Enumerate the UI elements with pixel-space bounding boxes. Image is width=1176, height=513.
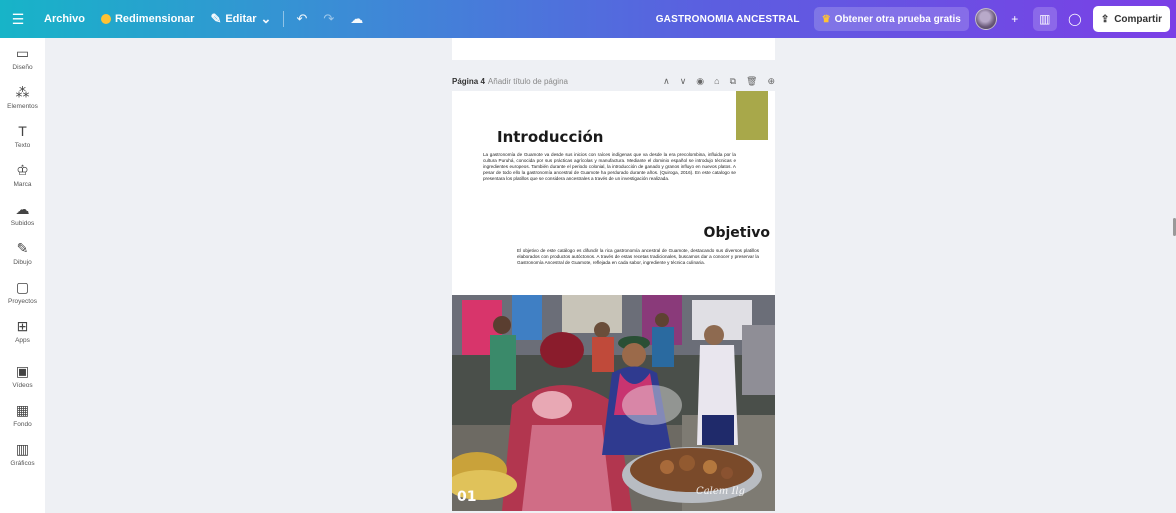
avatar[interactable] — [974, 8, 997, 30]
sidebar-item-label: Elementos — [7, 102, 38, 110]
sidebar-item-label: Fondo — [13, 420, 32, 428]
resize-button[interactable]: Redimensionar — [93, 0, 202, 38]
insights-button[interactable]: ▥ — [1032, 7, 1057, 31]
free-trial-button[interactable]: ♛ Obtener otra prueba gratis — [813, 7, 969, 31]
charts-icon: ▥ — [15, 440, 30, 457]
design-icon: ▭ — [15, 44, 30, 61]
eye-icon[interactable]: ◉ — [696, 76, 704, 87]
photo-signature: Calem Ilg — [696, 486, 745, 497]
objective-paragraph[interactable]: El objetivo de este catálogo es difundir… — [517, 248, 759, 266]
sidebar-item-label: Marca — [13, 180, 32, 188]
background-icon: ▦ — [15, 401, 30, 418]
sidebar-item-design[interactable]: ▭ Diseño — [0, 38, 45, 77]
trash-icon[interactable]: 🗑 — [746, 76, 757, 87]
market-photo-illustration — [452, 295, 775, 511]
elements-icon: ⁂ — [15, 83, 30, 100]
chevron-down-icon: ⌄ — [260, 11, 272, 26]
duplicate-icon[interactable]: ⧉ — [730, 76, 736, 87]
cloud-icon: ☁ — [350, 11, 364, 26]
sidebar-item-elements[interactable]: ⁂ Elementos — [0, 77, 45, 116]
resize-label: Redimensionar — [114, 13, 195, 25]
page-4[interactable]: Introducción La gastronomía de Guamote v… — [452, 91, 775, 511]
intro-paragraph[interactable]: La gastronomía de Guamote va desde sus i… — [483, 152, 736, 182]
left-sidebar: ▭ Diseño ⁂ Elementos T Texto ♔ Marca ☁ S… — [0, 38, 45, 513]
redo-button[interactable]: ↷ — [315, 0, 342, 38]
sidebar-item-label: Vídeos — [12, 381, 33, 389]
sidebar-item-projects[interactable]: ▢ Proyectos — [0, 272, 45, 311]
chevron-up-icon[interactable]: ∧ — [663, 76, 670, 87]
file-menu[interactable]: Archivo — [36, 0, 93, 38]
brand-icon: ♔ — [16, 161, 29, 178]
pencil-icon: ✎ — [210, 11, 222, 26]
previous-page[interactable] — [452, 38, 775, 60]
sidebar-item-uploads[interactable]: ☁ Subidos — [0, 194, 45, 233]
menu-icon[interactable]: ☰ — [0, 0, 36, 38]
market-photo[interactable]: 01 Calem Ilg — [452, 295, 775, 511]
bar-chart-icon: ▥ — [1039, 12, 1051, 26]
page-title-input[interactable]: Añadir título de página — [488, 77, 568, 86]
comment-icon: ◯ — [1068, 12, 1082, 26]
intro-heading[interactable]: Introducción — [497, 128, 603, 146]
crown-icon — [100, 14, 111, 24]
comments-button[interactable]: ◯ — [1063, 7, 1087, 31]
sidebar-item-label: Subidos — [10, 219, 35, 227]
apps-icon: ⊞ — [16, 317, 29, 334]
objective-heading[interactable]: Objetivo — [704, 225, 770, 241]
text-icon: T — [18, 122, 27, 139]
upload-icon: ⇪ — [1100, 13, 1110, 25]
sidebar-item-background[interactable]: ▦ Fondo — [0, 395, 45, 434]
design-canvas[interactable]: Página 4 Añadir título de página ∧ ∨ ◉ ⌂… — [45, 38, 1176, 513]
add-page-icon[interactable]: ⊕ — [767, 76, 775, 87]
free-trial-label: Obtener otra prueba gratis — [834, 13, 961, 25]
redo-icon: ↷ — [323, 11, 335, 26]
page-header: Página 4 Añadir título de página ∧ ∨ ◉ ⌂… — [452, 73, 775, 89]
page-name: Página 4 — [452, 76, 485, 86]
edit-menu[interactable]: ✎ Editar ⌄ — [202, 0, 279, 38]
sidebar-item-apps[interactable]: ⊞ Apps — [0, 311, 45, 350]
sidebar-item-brand[interactable]: ♔ Marca — [0, 155, 45, 194]
toolbar-left: ☰ Archivo Redimensionar ✎ Editar ⌄ ↶ ↷ ☁ — [0, 0, 371, 38]
draw-icon: ✎ — [16, 239, 29, 256]
sidebar-item-label: Diseño — [12, 63, 33, 71]
toolbar-divider — [283, 11, 285, 27]
sidebar-item-label: Proyectos — [8, 297, 37, 305]
share-label: Compartir — [1114, 13, 1162, 25]
cloud-save-status[interactable]: ☁ — [342, 0, 371, 38]
undo-icon: ↶ — [296, 11, 308, 26]
sidebar-item-text[interactable]: T Texto — [0, 116, 45, 155]
sidebar-item-label: Apps — [15, 336, 30, 344]
crown-icon: ♛ — [821, 13, 831, 25]
top-toolbar: ☰ Archivo Redimensionar ✎ Editar ⌄ ↶ ↷ ☁… — [0, 0, 1176, 38]
page-tools: ∧ ∨ ◉ ⌂ ⧉ 🗑 ⊕ — [663, 76, 775, 87]
sidebar-item-charts[interactable]: ▥ Gráficos — [0, 434, 45, 473]
accent-rectangle[interactable] — [736, 91, 768, 140]
file-menu-label: Archivo — [44, 13, 85, 25]
document-title[interactable]: GASTRONOMIA ANCESTRAL — [656, 14, 800, 25]
lock-icon[interactable]: ⌂ — [714, 76, 719, 87]
chevron-down-icon[interactable]: ∨ — [680, 76, 687, 87]
uploads-icon: ☁ — [15, 200, 30, 217]
undo-button[interactable]: ↶ — [288, 0, 315, 38]
plus-icon: + — [1011, 12, 1019, 26]
edit-label: Editar — [225, 13, 257, 25]
sidebar-item-videos[interactable]: ▣ Vídeos — [0, 356, 45, 395]
sidebar-item-label: Texto — [14, 141, 31, 149]
add-collaborator-button[interactable]: + — [1003, 7, 1027, 31]
sidebar-item-draw[interactable]: ✎ Dibujo — [0, 233, 45, 272]
photo-number: 01 — [457, 489, 477, 505]
toolbar-right: GASTRONOMIA ANCESTRAL ♛ Obtener otra pru… — [656, 0, 1176, 38]
projects-icon: ▢ — [15, 278, 30, 295]
share-button[interactable]: ⇪ Compartir — [1092, 6, 1170, 32]
sidebar-item-label: Dibujo — [13, 258, 32, 266]
sidebar-item-label: Gráficos — [10, 459, 35, 467]
videos-icon: ▣ — [15, 362, 30, 379]
